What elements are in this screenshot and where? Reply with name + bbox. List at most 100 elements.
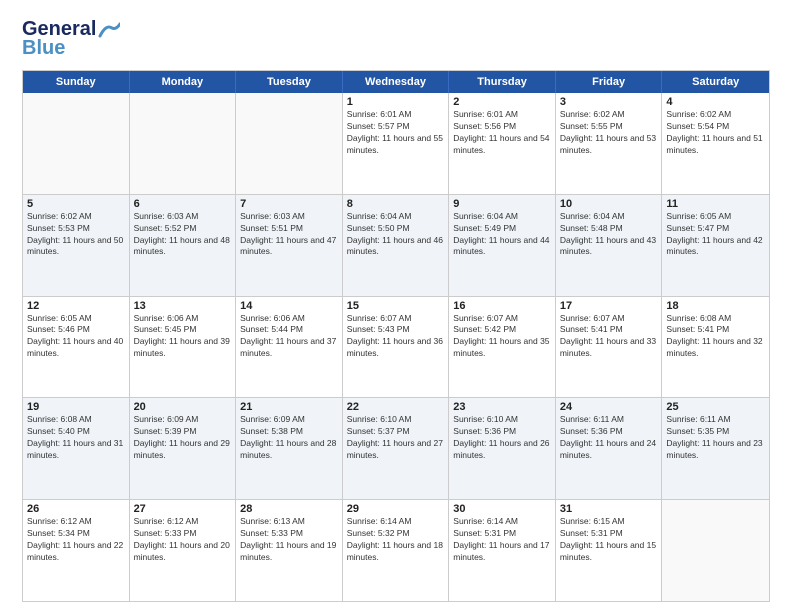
cell-info: Sunrise: 6:03 AM Sunset: 5:51 PM Dayligh… (240, 211, 338, 259)
logo: General Blue (22, 18, 120, 60)
calendar-cell-r2-c2: 14 Sunrise: 6:06 AM Sunset: 5:44 PM Dayl… (236, 297, 343, 398)
day-number: 16 (453, 300, 551, 312)
day-number: 24 (560, 401, 658, 413)
day-number: 30 (453, 503, 551, 515)
day-number: 8 (347, 198, 445, 210)
day-number: 21 (240, 401, 338, 413)
day-number: 15 (347, 300, 445, 312)
calendar-row-0: 1 Sunrise: 6:01 AM Sunset: 5:57 PM Dayli… (23, 93, 769, 195)
day-number: 28 (240, 503, 338, 515)
day-number: 2 (453, 96, 551, 108)
calendar-cell-r3-c0: 19 Sunrise: 6:08 AM Sunset: 5:40 PM Dayl… (23, 398, 130, 499)
day-number: 29 (347, 503, 445, 515)
day-number: 7 (240, 198, 338, 210)
calendar-cell-r3-c5: 24 Sunrise: 6:11 AM Sunset: 5:36 PM Dayl… (556, 398, 663, 499)
header-monday: Monday (130, 71, 237, 93)
cell-info: Sunrise: 6:09 AM Sunset: 5:39 PM Dayligh… (134, 414, 232, 462)
calendar-cell-r4-c3: 29 Sunrise: 6:14 AM Sunset: 5:32 PM Dayl… (343, 500, 450, 601)
day-number: 18 (666, 300, 765, 312)
day-number: 9 (453, 198, 551, 210)
calendar-cell-r0-c0 (23, 93, 130, 194)
cell-info: Sunrise: 6:02 AM Sunset: 5:53 PM Dayligh… (27, 211, 125, 259)
calendar-row-2: 12 Sunrise: 6:05 AM Sunset: 5:46 PM Dayl… (23, 297, 769, 399)
cell-info: Sunrise: 6:12 AM Sunset: 5:34 PM Dayligh… (27, 516, 125, 564)
calendar-cell-r4-c1: 27 Sunrise: 6:12 AM Sunset: 5:33 PM Dayl… (130, 500, 237, 601)
cell-info: Sunrise: 6:05 AM Sunset: 5:46 PM Dayligh… (27, 313, 125, 361)
day-number: 31 (560, 503, 658, 515)
calendar-cell-r4-c2: 28 Sunrise: 6:13 AM Sunset: 5:33 PM Dayl… (236, 500, 343, 601)
cell-info: Sunrise: 6:11 AM Sunset: 5:36 PM Dayligh… (560, 414, 658, 462)
day-number: 3 (560, 96, 658, 108)
day-number: 10 (560, 198, 658, 210)
calendar-cell-r0-c4: 2 Sunrise: 6:01 AM Sunset: 5:56 PM Dayli… (449, 93, 556, 194)
calendar-cell-r1-c3: 8 Sunrise: 6:04 AM Sunset: 5:50 PM Dayli… (343, 195, 450, 296)
cell-info: Sunrise: 6:03 AM Sunset: 5:52 PM Dayligh… (134, 211, 232, 259)
header-sunday: Sunday (23, 71, 130, 93)
day-number: 20 (134, 401, 232, 413)
calendar-cell-r1-c6: 11 Sunrise: 6:05 AM Sunset: 5:47 PM Dayl… (662, 195, 769, 296)
cell-info: Sunrise: 6:01 AM Sunset: 5:56 PM Dayligh… (453, 109, 551, 157)
cell-info: Sunrise: 6:15 AM Sunset: 5:31 PM Dayligh… (560, 516, 658, 564)
day-number: 11 (666, 198, 765, 210)
cell-info: Sunrise: 6:07 AM Sunset: 5:41 PM Dayligh… (560, 313, 658, 361)
calendar-row-4: 26 Sunrise: 6:12 AM Sunset: 5:34 PM Dayl… (23, 500, 769, 601)
calendar-cell-r4-c6 (662, 500, 769, 601)
day-number: 25 (666, 401, 765, 413)
calendar-cell-r2-c3: 15 Sunrise: 6:07 AM Sunset: 5:43 PM Dayl… (343, 297, 450, 398)
cell-info: Sunrise: 6:08 AM Sunset: 5:40 PM Dayligh… (27, 414, 125, 462)
cell-info: Sunrise: 6:07 AM Sunset: 5:42 PM Dayligh… (453, 313, 551, 361)
calendar-cell-r1-c5: 10 Sunrise: 6:04 AM Sunset: 5:48 PM Dayl… (556, 195, 663, 296)
day-number: 22 (347, 401, 445, 413)
calendar-cell-r0-c5: 3 Sunrise: 6:02 AM Sunset: 5:55 PM Dayli… (556, 93, 663, 194)
logo-bird-icon (98, 22, 120, 38)
calendar-cell-r4-c4: 30 Sunrise: 6:14 AM Sunset: 5:31 PM Dayl… (449, 500, 556, 601)
logo-blue: Blue (22, 37, 65, 60)
day-number: 26 (27, 503, 125, 515)
day-number: 14 (240, 300, 338, 312)
cell-info: Sunrise: 6:10 AM Sunset: 5:36 PM Dayligh… (453, 414, 551, 462)
header: General Blue (22, 18, 770, 60)
day-number: 6 (134, 198, 232, 210)
day-number: 17 (560, 300, 658, 312)
cell-info: Sunrise: 6:13 AM Sunset: 5:33 PM Dayligh… (240, 516, 338, 564)
cell-info: Sunrise: 6:02 AM Sunset: 5:54 PM Dayligh… (666, 109, 765, 157)
day-number: 4 (666, 96, 765, 108)
calendar-cell-r2-c4: 16 Sunrise: 6:07 AM Sunset: 5:42 PM Dayl… (449, 297, 556, 398)
day-number: 12 (27, 300, 125, 312)
calendar-cell-r0-c3: 1 Sunrise: 6:01 AM Sunset: 5:57 PM Dayli… (343, 93, 450, 194)
day-number: 27 (134, 503, 232, 515)
calendar-cell-r3-c4: 23 Sunrise: 6:10 AM Sunset: 5:36 PM Dayl… (449, 398, 556, 499)
calendar-cell-r3-c6: 25 Sunrise: 6:11 AM Sunset: 5:35 PM Dayl… (662, 398, 769, 499)
calendar-cell-r1-c1: 6 Sunrise: 6:03 AM Sunset: 5:52 PM Dayli… (130, 195, 237, 296)
calendar-cell-r3-c2: 21 Sunrise: 6:09 AM Sunset: 5:38 PM Dayl… (236, 398, 343, 499)
cell-info: Sunrise: 6:14 AM Sunset: 5:32 PM Dayligh… (347, 516, 445, 564)
day-number: 5 (27, 198, 125, 210)
header-wednesday: Wednesday (343, 71, 450, 93)
calendar-cell-r4-c5: 31 Sunrise: 6:15 AM Sunset: 5:31 PM Dayl… (556, 500, 663, 601)
calendar-cell-r2-c5: 17 Sunrise: 6:07 AM Sunset: 5:41 PM Dayl… (556, 297, 663, 398)
calendar: Sunday Monday Tuesday Wednesday Thursday… (22, 70, 770, 602)
cell-info: Sunrise: 6:12 AM Sunset: 5:33 PM Dayligh… (134, 516, 232, 564)
cell-info: Sunrise: 6:01 AM Sunset: 5:57 PM Dayligh… (347, 109, 445, 157)
day-number: 19 (27, 401, 125, 413)
calendar-cell-r2-c0: 12 Sunrise: 6:05 AM Sunset: 5:46 PM Dayl… (23, 297, 130, 398)
cell-info: Sunrise: 6:04 AM Sunset: 5:50 PM Dayligh… (347, 211, 445, 259)
calendar-row-3: 19 Sunrise: 6:08 AM Sunset: 5:40 PM Dayl… (23, 398, 769, 500)
day-number: 23 (453, 401, 551, 413)
calendar-cell-r0-c1 (130, 93, 237, 194)
calendar-cell-r2-c6: 18 Sunrise: 6:08 AM Sunset: 5:41 PM Dayl… (662, 297, 769, 398)
cell-info: Sunrise: 6:06 AM Sunset: 5:44 PM Dayligh… (240, 313, 338, 361)
cell-info: Sunrise: 6:06 AM Sunset: 5:45 PM Dayligh… (134, 313, 232, 361)
calendar-cell-r1-c4: 9 Sunrise: 6:04 AM Sunset: 5:49 PM Dayli… (449, 195, 556, 296)
cell-info: Sunrise: 6:08 AM Sunset: 5:41 PM Dayligh… (666, 313, 765, 361)
cell-info: Sunrise: 6:04 AM Sunset: 5:48 PM Dayligh… (560, 211, 658, 259)
calendar-cell-r2-c1: 13 Sunrise: 6:06 AM Sunset: 5:45 PM Dayl… (130, 297, 237, 398)
calendar-body: 1 Sunrise: 6:01 AM Sunset: 5:57 PM Dayli… (23, 93, 769, 601)
page: General Blue Sunday Monday Tuesday Wedne… (0, 0, 792, 612)
header-friday: Friday (556, 71, 663, 93)
cell-info: Sunrise: 6:02 AM Sunset: 5:55 PM Dayligh… (560, 109, 658, 157)
day-number: 1 (347, 96, 445, 108)
cell-info: Sunrise: 6:14 AM Sunset: 5:31 PM Dayligh… (453, 516, 551, 564)
calendar-cell-r1-c2: 7 Sunrise: 6:03 AM Sunset: 5:51 PM Dayli… (236, 195, 343, 296)
calendar-row-1: 5 Sunrise: 6:02 AM Sunset: 5:53 PM Dayli… (23, 195, 769, 297)
